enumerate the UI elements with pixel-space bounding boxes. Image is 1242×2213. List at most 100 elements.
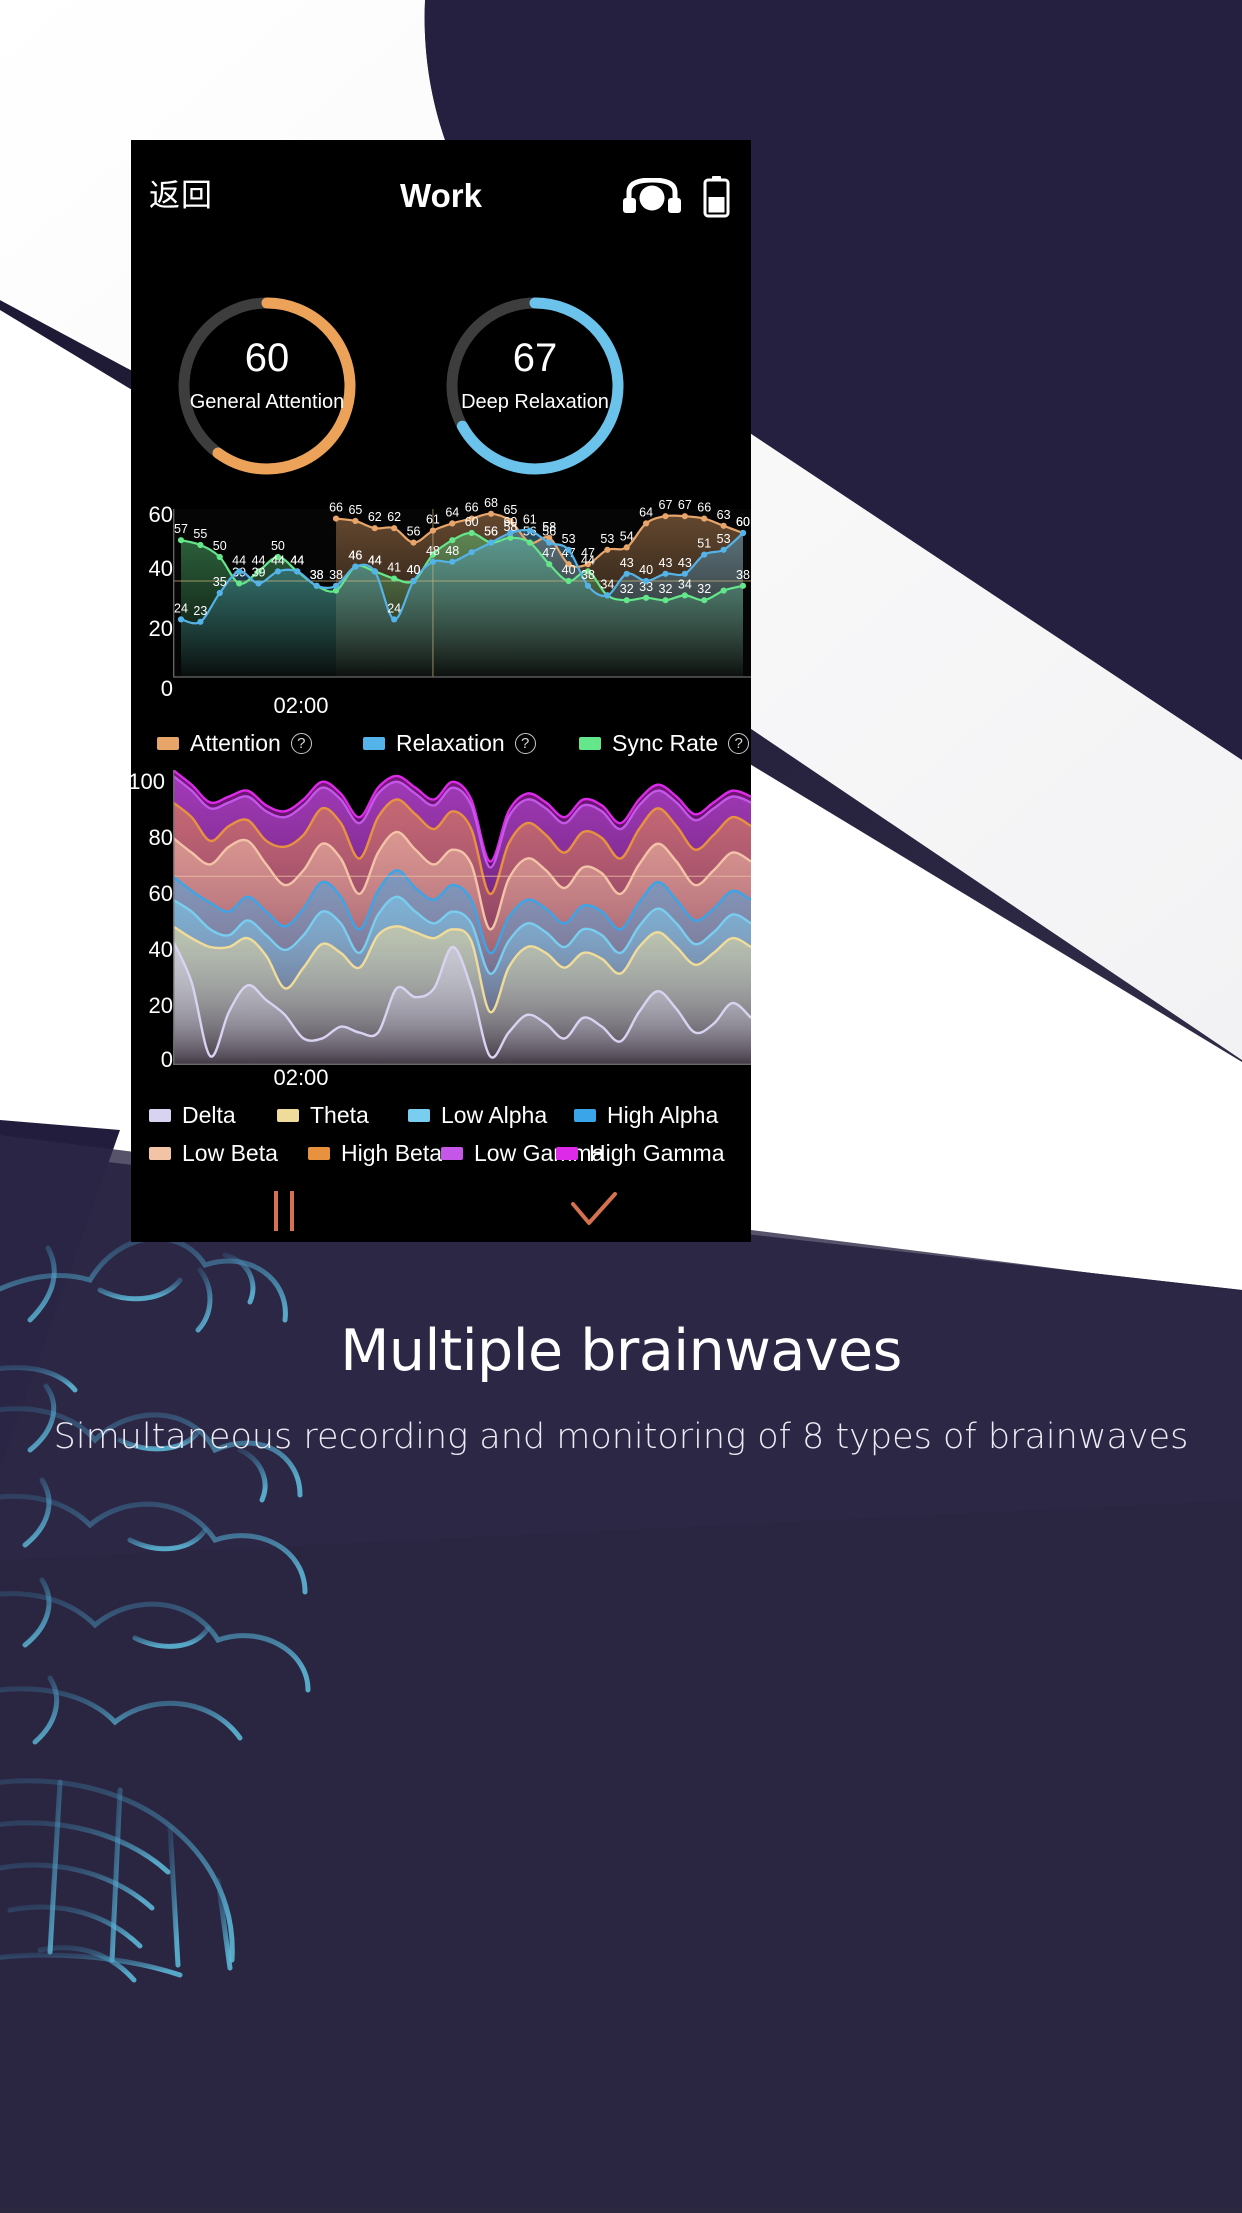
svg-text:48: 48: [426, 544, 440, 558]
svg-text:53: 53: [562, 532, 576, 546]
legend-label: Relaxation: [396, 729, 505, 756]
confirm-button[interactable]: [565, 1186, 621, 1236]
y-tick-80: 80: [148, 825, 173, 850]
svg-text:44: 44: [232, 553, 246, 567]
svg-text:35: 35: [213, 575, 227, 589]
playback-controls: [131, 1180, 751, 1242]
svg-text:68: 68: [484, 496, 498, 510]
svg-text:67: 67: [678, 498, 692, 512]
svg-text:64: 64: [639, 505, 653, 519]
y-tick-60: 60: [148, 502, 173, 527]
svg-text:62: 62: [368, 510, 382, 524]
svg-text:63: 63: [717, 508, 731, 522]
svg-text:47: 47: [542, 546, 556, 560]
svg-text:32: 32: [620, 582, 634, 596]
gauge-general-attention: 60 General Attention: [174, 293, 360, 479]
brainwave-legend: Delta Theta Low Alpha High Alpha Low Bet…: [131, 1100, 751, 1180]
legend-swatch-high-alpha: [574, 1108, 596, 1122]
legend-item-high-alpha[interactable]: High Alpha: [574, 1100, 718, 1130]
svg-text:40: 40: [562, 563, 576, 577]
svg-text:43: 43: [678, 556, 692, 570]
svg-text:60: 60: [736, 515, 750, 529]
svg-text:40: 40: [639, 563, 653, 577]
legend-label: Delta: [182, 1101, 236, 1128]
svg-text:64: 64: [445, 505, 459, 519]
legend-item-low-beta[interactable]: Low Beta: [149, 1138, 278, 1168]
y-tick-0: 0: [160, 676, 173, 701]
legend-label: High Beta: [341, 1139, 443, 1166]
svg-text:50: 50: [213, 539, 227, 553]
svg-text:32: 32: [697, 582, 711, 596]
gauge-value: 67: [512, 336, 558, 380]
svg-text:60: 60: [465, 515, 479, 529]
svg-text:53: 53: [600, 532, 614, 546]
chart1-legend: Attention ? Relaxation ? Sync Rate ?: [131, 728, 751, 762]
svg-text:43: 43: [620, 556, 634, 570]
svg-text:55: 55: [193, 527, 207, 541]
legend-swatch-sync-rate: [579, 736, 601, 750]
help-icon[interactable]: ?: [290, 732, 312, 754]
svg-text:61: 61: [426, 513, 440, 527]
svg-text:65: 65: [348, 503, 362, 517]
svg-text:39: 39: [252, 565, 266, 579]
svg-text:44: 44: [581, 553, 595, 567]
legend-item-high-gamma[interactable]: High Gamma: [556, 1138, 724, 1168]
pause-button[interactable]: [257, 1186, 313, 1236]
legend-swatch-attention: [157, 736, 179, 750]
svg-text:44: 44: [368, 553, 382, 567]
attention-relaxation-chart[interactable]: 60 40 20 0 66656262566164666865565847475…: [131, 495, 751, 718]
legend-label: Theta: [310, 1101, 369, 1128]
gauge-row: 60 General Attention 67 Deep Relaxation: [131, 285, 751, 485]
svg-text:24: 24: [174, 601, 188, 615]
svg-text:23: 23: [193, 604, 207, 618]
svg-text:56: 56: [407, 525, 421, 539]
y-tick-40: 40: [148, 937, 173, 962]
legend-item-delta[interactable]: Delta: [149, 1100, 236, 1130]
svg-text:48: 48: [445, 544, 459, 558]
svg-text:67: 67: [659, 498, 673, 512]
brainwave-chart[interactable]: 100 80 60 40 20 0 02:00: [131, 770, 751, 1100]
y-tick-100: 100: [131, 769, 165, 794]
headset-icon[interactable]: [621, 177, 683, 219]
chart2-plot-area[interactable]: [173, 770, 751, 1065]
help-icon[interactable]: ?: [728, 732, 750, 754]
legend-label: Attention: [190, 729, 281, 756]
gauge-label: General Attention: [189, 391, 345, 413]
promo-title: Multiple brainwaves: [340, 1318, 902, 1384]
legend-item-relaxation[interactable]: Relaxation ?: [363, 728, 536, 758]
legend-item-sync-rate[interactable]: Sync Rate ?: [579, 728, 750, 758]
legend-item-theta[interactable]: Theta: [277, 1100, 369, 1130]
legend-swatch-delta: [149, 1108, 171, 1122]
svg-text:38: 38: [736, 568, 750, 582]
svg-text:54: 54: [620, 529, 634, 543]
legend-item-attention[interactable]: Attention ?: [157, 728, 312, 758]
legend-label: High Alpha: [607, 1101, 719, 1128]
y-tick-0: 0: [160, 1047, 173, 1072]
svg-text:24: 24: [387, 601, 401, 615]
svg-text:46: 46: [348, 549, 362, 563]
svg-text:66: 66: [465, 501, 479, 515]
svg-text:51: 51: [697, 537, 711, 551]
svg-text:38: 38: [329, 568, 343, 582]
svg-text:34: 34: [600, 577, 614, 591]
legend-swatch-high-beta: [308, 1146, 330, 1160]
legend-item-low-alpha[interactable]: Low Alpha: [408, 1100, 547, 1130]
svg-text:38: 38: [310, 568, 324, 582]
help-icon[interactable]: ?: [514, 732, 536, 754]
svg-text:41: 41: [387, 561, 401, 575]
chart1-plot-area[interactable]: 6665626256616466686556584747535464676766…: [173, 495, 751, 695]
svg-text:56: 56: [484, 525, 498, 539]
svg-text:66: 66: [697, 501, 711, 515]
legend-item-high-beta[interactable]: High Beta: [308, 1138, 442, 1168]
legend-swatch-high-gamma: [556, 1146, 578, 1160]
chart2-x-tick-label: 02:00: [273, 1065, 329, 1090]
legend-label: Low Alpha: [441, 1101, 548, 1128]
svg-text:60: 60: [503, 515, 517, 529]
svg-text:44: 44: [271, 553, 285, 567]
y-tick-20: 20: [148, 993, 173, 1018]
svg-text:62: 62: [387, 510, 401, 524]
battery-half-icon: [703, 176, 730, 223]
svg-text:57: 57: [174, 522, 188, 536]
legend-label: High Gamma: [589, 1139, 725, 1166]
chart1-x-tick-label: 02:00: [273, 693, 329, 718]
